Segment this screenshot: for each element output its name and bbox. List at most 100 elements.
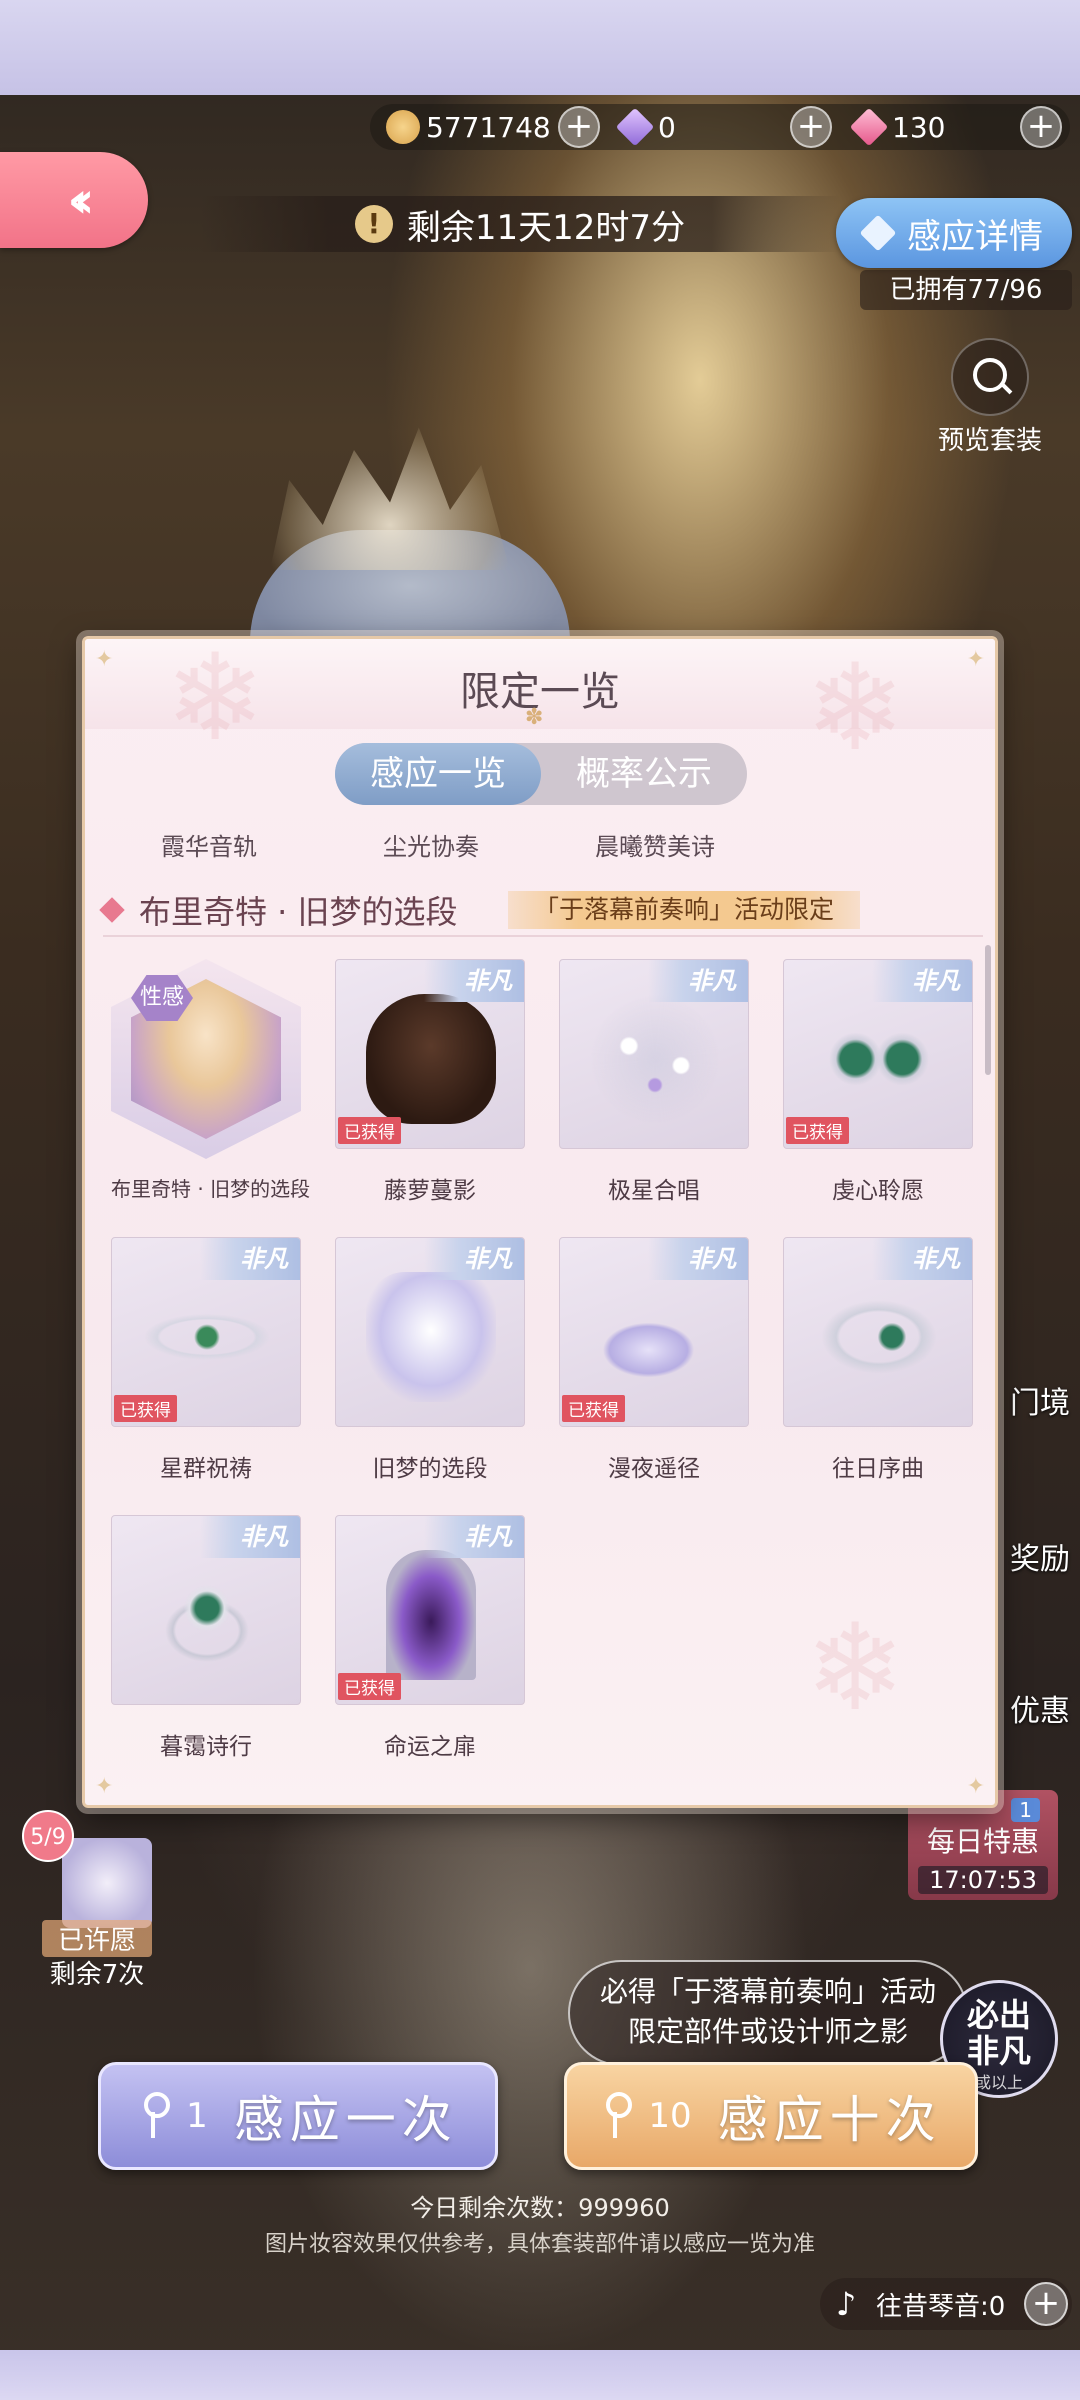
item-card: 非凡 已获得 bbox=[559, 1237, 749, 1427]
item-name: 旧梦的选段 bbox=[372, 1456, 488, 1482]
tier-badge: 非凡 bbox=[424, 960, 524, 1002]
tier-badge: 非凡 bbox=[872, 960, 972, 1002]
item-name: 藤萝蔓影 bbox=[384, 1178, 476, 1204]
corner-star-icon: ✦ bbox=[95, 1774, 114, 1799]
bottom-frame bbox=[0, 2350, 1080, 2400]
past-melody-label: 往昔琴音:0 bbox=[876, 2291, 1006, 2322]
snowflake-decoration: ❄ bbox=[805, 1599, 906, 1738]
add-melody-button[interactable]: + bbox=[1024, 2282, 1068, 2326]
suit-subtabs: 霞华音轨 尘光协奏 晨曦赞美诗 bbox=[85, 827, 995, 867]
list-item[interactable]: 非凡 旧梦的选段 bbox=[335, 1237, 525, 1483]
list-item[interactable]: 非凡 往日序曲 bbox=[783, 1237, 973, 1483]
owned-tag: 已获得 bbox=[786, 1117, 849, 1144]
timer-text: 剩余11天12时7分 bbox=[406, 207, 686, 248]
draw-once-button[interactable]: 1 感应一次 bbox=[98, 2062, 498, 2170]
side-menu-item[interactable]: 奖励 bbox=[1010, 1534, 1070, 1578]
seal-text: 必出 bbox=[966, 1996, 1031, 2034]
wish-status: 已许愿 bbox=[42, 1920, 152, 1957]
list-item[interactable]: 非凡 已获得 虔心聆愿 bbox=[783, 959, 973, 1205]
tier-badge: 非凡 bbox=[648, 1238, 748, 1280]
item-card: 非凡 bbox=[111, 1515, 301, 1705]
item-name: 星群祝祷 bbox=[160, 1456, 252, 1482]
list-item[interactable]: 非凡 已获得 藤萝蔓影 bbox=[335, 959, 525, 1205]
list-item[interactable]: 非凡 极星合唱 bbox=[559, 959, 749, 1205]
tier-badge: 非凡 bbox=[648, 960, 748, 1002]
back-button[interactable]: ‹‹ bbox=[0, 152, 148, 248]
pink-diamond-currency: 130 bbox=[849, 104, 946, 150]
title-flourish-icon: ✽ bbox=[525, 705, 544, 730]
preview-outfit-button[interactable]: 预览套装 bbox=[935, 338, 1045, 456]
subtab-suit[interactable]: 晨曦赞美诗 bbox=[595, 827, 715, 862]
draw-ten-button[interactable]: 10 感应十次 bbox=[564, 2062, 978, 2170]
owned-tag: 已获得 bbox=[338, 1117, 401, 1144]
scrollbar[interactable] bbox=[985, 945, 991, 1075]
diamond-icon bbox=[859, 214, 897, 252]
disclaimer-text: 图片妆容效果仅供参考，具体套装部件请以感应一览为准 bbox=[264, 2232, 815, 2257]
gold-value: 5771748 bbox=[426, 110, 551, 144]
ring-art bbox=[142, 1550, 272, 1680]
remaining-draws-text: 今日剩余次数：999960 bbox=[410, 2194, 670, 2222]
side-menu-item[interactable]: 门境 bbox=[1010, 1378, 1070, 1422]
designer-shadow-card: 性感 bbox=[111, 959, 301, 1159]
add-diamond-button[interactable]: + bbox=[790, 106, 832, 148]
sense-details-label: 感应详情 bbox=[907, 216, 1043, 257]
list-item[interactable]: 性感 布里奇特 · 旧梦的选段 bbox=[111, 959, 311, 1202]
item-name: 暮霭诗行 bbox=[160, 1734, 252, 1760]
limited-overview-modal: ✦ ✦ ✦ ✦ ❄ ❄ ❄ 限定一览 ✽ 感应一览 概率公示 霞华音轨 尘光协奏… bbox=[82, 636, 998, 1808]
tier-badge: 非凡 bbox=[872, 1238, 972, 1280]
draw-ten-label: 感应十次 bbox=[717, 2091, 942, 2149]
tab-probability[interactable]: 概率公示 bbox=[541, 743, 747, 805]
wish-widget[interactable]: 5/9 已许愿 剩余7次 bbox=[22, 1810, 162, 1990]
item-name: 布里奇特 · 旧梦的选段 bbox=[111, 1177, 311, 1201]
owned-tag: 已获得 bbox=[338, 1673, 401, 1700]
item-name: 命运之扉 bbox=[384, 1734, 476, 1760]
owned-tag: 已获得 bbox=[114, 1395, 177, 1422]
list-item[interactable]: 非凡 暮霭诗行 bbox=[111, 1515, 301, 1761]
guarantee-line: 限定部件或设计师之影 bbox=[627, 2015, 908, 2048]
key-icon bbox=[600, 2092, 633, 2140]
gold-currency: 5771748 bbox=[386, 104, 551, 150]
subtab-suit[interactable]: 霞华音轨 bbox=[161, 827, 257, 862]
exclamation-icon: ! bbox=[354, 205, 393, 243]
pink-diamond-value: 130 bbox=[892, 110, 946, 144]
cat-coin-icon bbox=[386, 110, 420, 144]
list-item[interactable]: 非凡 已获得 漫夜遥径 bbox=[559, 1237, 749, 1483]
diamond-currency: 0 bbox=[615, 104, 676, 150]
top-frame bbox=[0, 0, 1080, 95]
owned-tag: 已获得 bbox=[562, 1395, 625, 1422]
diamond-bullet-icon bbox=[99, 897, 125, 923]
draw-once-label: 感应一次 bbox=[233, 2091, 458, 2149]
item-card: 非凡 bbox=[783, 1237, 973, 1427]
star-hairpin-art bbox=[590, 994, 720, 1124]
add-pink-diamond-button[interactable]: + bbox=[1020, 106, 1062, 148]
item-card: 非凡 已获得 bbox=[335, 959, 525, 1149]
daily-deal-label: 每日特惠 bbox=[926, 1825, 1039, 1858]
daily-deal-timer: 17:07:53 bbox=[918, 1866, 1048, 1894]
subtab-suit[interactable]: 尘光协奏 bbox=[383, 827, 479, 862]
wish-count-badge: 5/9 bbox=[22, 1810, 74, 1862]
divider bbox=[103, 935, 983, 937]
tier-badge: 非凡 bbox=[200, 1516, 300, 1558]
item-card: 非凡 已获得 bbox=[783, 959, 973, 1149]
diamond-value: 0 bbox=[658, 110, 676, 144]
tier-badge: 非凡 bbox=[200, 1238, 300, 1280]
list-item[interactable]: 非凡 已获得 星群祝祷 bbox=[111, 1237, 301, 1483]
modal-tabs: 感应一览 概率公示 bbox=[335, 743, 747, 805]
necklace-art bbox=[142, 1272, 272, 1402]
magnifier-icon bbox=[951, 338, 1029, 416]
double-chevron-left-icon: ‹‹ bbox=[67, 171, 94, 229]
side-menu-item[interactable]: 优惠 bbox=[1010, 1686, 1070, 1730]
list-item[interactable]: 非凡 已获得 命运之扉 bbox=[335, 1515, 525, 1761]
add-gold-button[interactable]: + bbox=[558, 106, 600, 148]
item-name: 虔心聆愿 bbox=[832, 1178, 924, 1204]
key-icon bbox=[138, 2092, 171, 2140]
guarantee-banner: 必得「于落幕前奏响」活动 限定部件或设计师之影 bbox=[568, 1960, 968, 2066]
bracelet-art bbox=[814, 1272, 944, 1402]
sense-details-button[interactable]: 感应详情 bbox=[836, 198, 1072, 268]
owned-count: 已拥有77/96 bbox=[860, 270, 1072, 310]
violin-icon: ♪ bbox=[835, 2285, 857, 2323]
event-limited-tag: 「于落幕前奏响」活动限定 bbox=[508, 891, 861, 929]
tab-sense-overview[interactable]: 感应一览 bbox=[335, 743, 541, 805]
tier-badge: 非凡 bbox=[424, 1516, 524, 1558]
wish-remaining: 剩余7次 bbox=[49, 1960, 145, 1990]
